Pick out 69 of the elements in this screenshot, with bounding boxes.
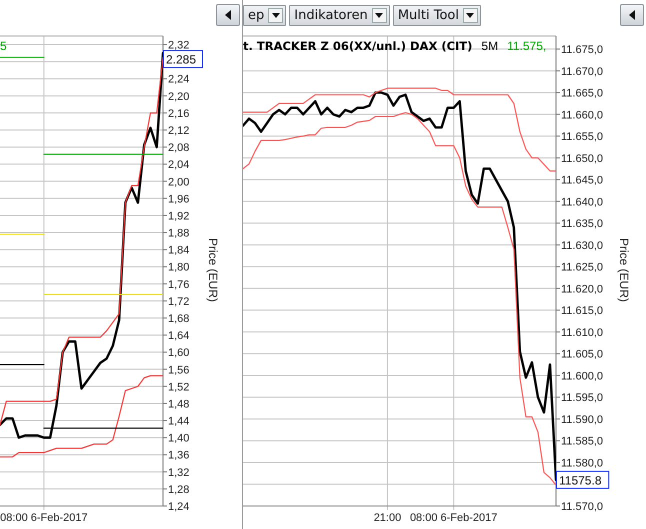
axis-tick-label: 1,84 [168,244,190,257]
axis-tick-label: 11.605,0 [561,348,604,361]
axis-tick-label: 1,60 [168,347,190,360]
quote-text: 5 [0,39,7,53]
axis-tick-label: 2,20 [168,90,190,103]
axis-tick-label: 11.615,0 [561,305,604,318]
axis-tick-label: 11.610,0 [561,326,604,339]
axis-tick-label: 11.585,0 [561,436,604,448]
axis-tick-label: 1,92 [168,210,190,222]
axis-title: Price (EUR) [617,238,631,302]
axis-tick-label: 21:00 [374,512,402,524]
axis-tick-label: 1,76 [168,278,190,291]
axis-tick-label: 11.590,0 [561,414,604,426]
quote-text: 11.575, [507,39,546,53]
axis-tick-label: 1,32 [168,466,190,479]
axis-tick-label: 1,44 [168,416,190,428]
axis-tick-label: 11.670,0 [561,66,604,78]
axis-tick-label: 11.655,0 [561,131,604,144]
interval-label: 5M [481,39,498,53]
axis-tick-label: 1,36 [168,450,190,462]
axis-tick-label: 11.665,0 [561,88,604,100]
axis-tick-label: 08:00 6-Feb-2017 [0,512,88,524]
axis-tick-label: 1,24 [168,501,190,513]
dropdown-button[interactable]: Indikatoren [289,4,390,26]
axis-tick-label: 11.650,0 [561,152,604,165]
axis-tick-label: 2,00 [168,176,190,188]
axis-tick-label: 11.595,0 [561,392,604,404]
axis-tick-label: 11.570,0 [561,501,604,513]
axis-tick-label: 11.630,0 [561,240,604,252]
axis-tick-label: 11.645,0 [561,174,604,187]
axis-tick-label: 1,64 [168,330,190,342]
axis-tick-label: 11.625,0 [561,262,604,274]
axis-tick-label: 2,32 [168,40,190,52]
dropdown-button[interactable]: Multi Tool [392,4,481,26]
axis-tick-label: 11.600,0 [561,370,604,382]
axis-tick-label: 11.675,0 [561,44,604,56]
left-arrow-icon [225,10,231,20]
axis-tick-label: 2,16 [168,108,190,120]
axis-tick-label: 1,72 [168,296,190,308]
last-price-label: 11575.8 [556,470,610,489]
axis-tick-label: 1,56 [168,364,190,376]
axis-tick-label: 08:00 6-Feb-2017 [410,512,498,524]
axis-tick-label: 1,48 [168,398,190,410]
axis-tick-label: 2,04 [168,159,190,172]
axis-tick-label: 1,80 [168,262,190,274]
axis-tick-label: 1,96 [168,193,190,206]
axis-tick-label: 1,28 [168,484,190,496]
axis-tick-label: 11.640,0 [561,196,604,208]
axis-tick-label: 2,12 [168,125,190,137]
axis-tick-label: 2,08 [168,142,190,154]
axis-tick-label: 1,88 [168,228,190,240]
caret-icon [466,12,474,18]
axis-tick-label: 1,52 [168,381,190,394]
axis-tick-label: 11.620,0 [561,283,604,296]
caret-icon [375,12,384,18]
left-arrow-icon [629,10,635,20]
caret-icon [272,12,280,18]
axis-tick-label: 11.580,0 [561,457,604,470]
scroll-left-button[interactable] [216,4,240,26]
axis-tick-label: 1,68 [168,313,190,325]
axis-tick-label: 11.660,0 [561,109,604,122]
axis-tick-label: 2,24 [168,74,190,86]
chart-title: t. TRACKER Z 06(XX/unl.) DAX (CIT) [243,39,472,53]
last-price-label: 2.285 [163,50,203,68]
axis-title: Price (EUR) [206,238,220,302]
scroll-left-button[interactable] [620,4,644,26]
axis-tick-label: 1,40 [168,432,190,445]
dropdown-button[interactable]: ep [243,4,286,26]
axis-tick-label: 11.635,0 [561,218,604,230]
